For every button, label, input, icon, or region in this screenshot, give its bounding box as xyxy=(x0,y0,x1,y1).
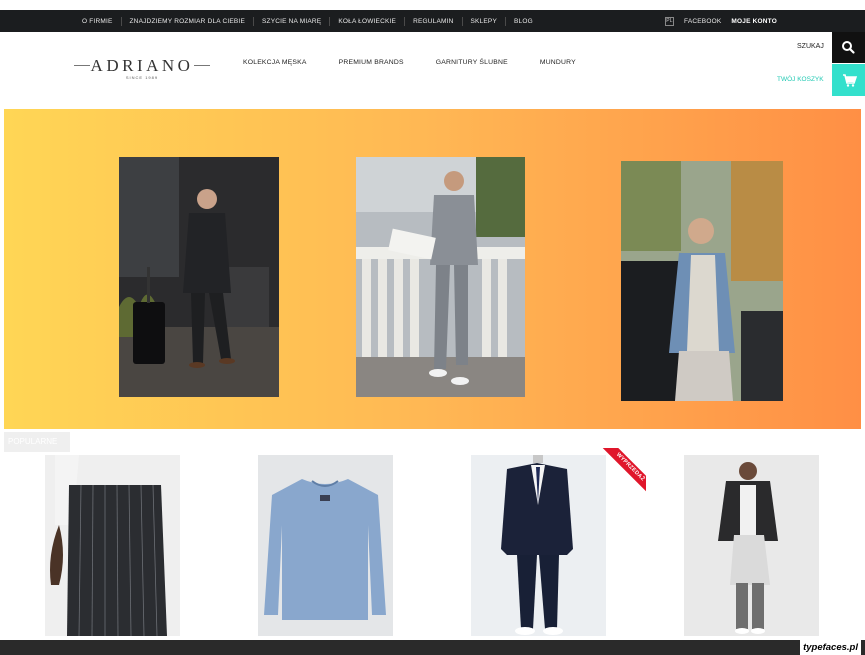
hero-photo-blue-blazer-car[interactable] xyxy=(621,161,783,401)
top-nav-link-hunting[interactable]: KOŁA ŁOWIECKIE xyxy=(330,16,406,26)
hero-photo-1-illustration xyxy=(119,157,279,397)
hero-photo-suit-luggage[interactable] xyxy=(119,157,279,397)
top-nav-link-stores[interactable]: SKLEPY xyxy=(463,16,507,26)
top-navigation-bar: O FIRMIE ZNAJDZIEMY ROZMIAR DLA CIEBIE S… xyxy=(0,10,865,32)
product-2-image xyxy=(258,455,393,636)
product-3-image xyxy=(471,455,606,636)
product-card-pinstripe-trousers[interactable] xyxy=(45,455,180,636)
hero-photo-grey-suit-newspaper[interactable] xyxy=(356,157,525,397)
facebook-link[interactable]: FACEBOOK xyxy=(684,18,721,25)
top-nav-link-blog[interactable]: BLOG xyxy=(506,17,541,26)
top-nav-link-tailoring[interactable]: SZYCIE NA MIARĘ xyxy=(254,16,331,26)
site-logo[interactable]: ADRIANO SINCE 1989 xyxy=(74,56,210,82)
footer-bar xyxy=(0,640,865,655)
main-nav-mens-collection[interactable]: KOLEKCJA MĘSKA xyxy=(243,59,307,66)
language-flag[interactable]: PL xyxy=(665,16,675,26)
cart-icon xyxy=(843,74,858,87)
product-card-blue-sweater[interactable] xyxy=(258,455,393,636)
hero-photo-2-illustration xyxy=(356,157,525,397)
top-nav-link-size[interactable]: ZNAJDZIEMY ROZMIAR DLA CIEBIE xyxy=(122,16,254,26)
top-nav-link-terms[interactable]: REGULAMIN xyxy=(405,16,463,26)
top-spacer xyxy=(0,0,865,10)
top-nav-link-about[interactable]: O FIRMIE xyxy=(74,16,122,26)
logo-tagline: SINCE 1989 xyxy=(125,75,159,80)
popular-section-tag: POPULARNE xyxy=(4,432,70,452)
search-label[interactable]: SZUKAJ xyxy=(797,43,824,50)
sale-badge-text: WYPRZEDAŻ xyxy=(597,448,646,500)
product-1-image xyxy=(45,455,180,636)
cart-label[interactable]: TWÓJ KOSZYK xyxy=(777,76,824,83)
cart-button[interactable] xyxy=(832,64,865,96)
search-button[interactable] xyxy=(832,32,865,63)
top-nav-right: PL FACEBOOK MOJE KONTO xyxy=(665,10,777,32)
watermark: typefaces.pl xyxy=(800,640,861,655)
sale-ribbon: WYPRZEDAŻ xyxy=(594,448,646,500)
hero-banner[interactable] xyxy=(4,109,861,429)
top-nav-links: O FIRMIE ZNAJDZIEMY ROZMIAR DLA CIEBIE S… xyxy=(74,10,541,32)
main-nav-wedding-suits[interactable]: GARNITURY ŚLUBNE xyxy=(436,59,508,66)
main-navigation: KOLEKCJA MĘSKA PREMIUM BRANDS GARNITURY … xyxy=(243,59,608,66)
search-icon xyxy=(842,41,855,54)
main-nav-uniforms[interactable]: MUNDURY xyxy=(540,59,576,66)
product-card-navy-suit[interactable] xyxy=(471,455,606,636)
product-card-hoodie-outfit[interactable] xyxy=(684,455,819,636)
product-4-image xyxy=(684,455,819,636)
account-link[interactable]: MOJE KONTO xyxy=(731,18,777,25)
main-nav-premium-brands[interactable]: PREMIUM BRANDS xyxy=(339,59,404,66)
site-header: ADRIANO SINCE 1989 KOLEKCJA MĘSKA PREMIU… xyxy=(0,32,865,104)
hero-photo-3-illustration xyxy=(621,161,783,401)
logo-wordmark: ADRIANO xyxy=(90,56,194,75)
